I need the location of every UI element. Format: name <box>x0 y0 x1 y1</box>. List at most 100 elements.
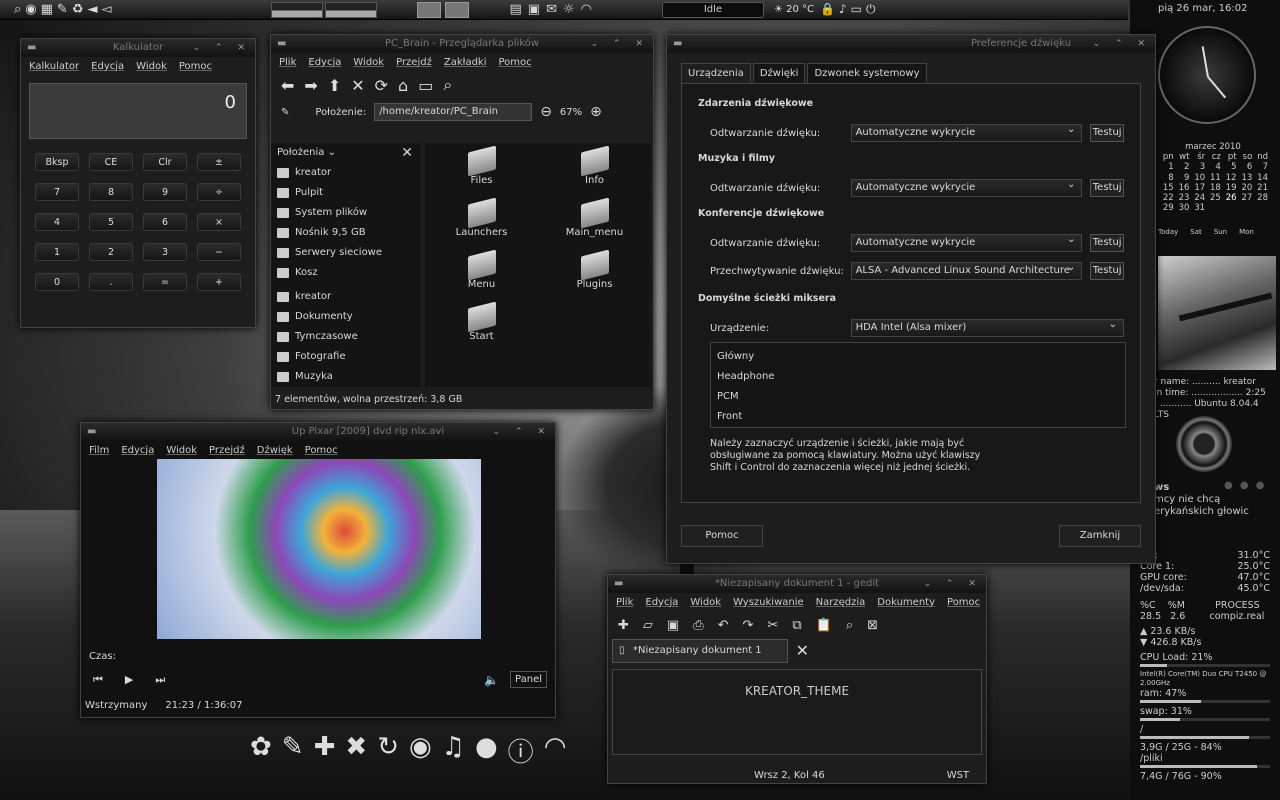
pencil-icon[interactable]: ✎ <box>57 2 68 17</box>
status-indicator[interactable]: Idle <box>661 1 764 18</box>
replace-icon[interactable]: ⊠ <box>867 618 878 633</box>
print-icon[interactable]: ⎙ <box>693 618 703 633</box>
stop-icon[interactable]: ✕ <box>351 76 364 95</box>
calendar-day[interactable]: 8 <box>1158 173 1173 183</box>
calendar-day[interactable]: 2 <box>1174 162 1189 172</box>
calendar-day[interactable]: 24 <box>1189 193 1205 203</box>
file-item[interactable]: Main_menu <box>538 197 651 253</box>
place-item[interactable]: Tymczasowe <box>271 327 421 347</box>
search-icon[interactable]: ⌕ <box>443 75 452 95</box>
window-controls[interactable]: ⌄ ⌃ ✕ <box>924 575 982 593</box>
calc-key[interactable]: 5 <box>89 213 133 231</box>
file-item[interactable]: Files <box>425 145 538 201</box>
circle-icon[interactable]: ● <box>475 732 498 769</box>
calc-key[interactable]: Bksp <box>35 153 79 171</box>
place-item[interactable]: Pulpit <box>271 183 421 203</box>
headphones-icon[interactable]: ◠ <box>544 732 567 769</box>
place-item[interactable]: Kosz <box>271 263 421 283</box>
workspace-2[interactable] <box>445 1 470 18</box>
save-icon[interactable]: ▣ <box>667 618 679 633</box>
zoom-in-icon[interactable]: ⊕ <box>590 104 602 120</box>
place-item[interactable]: Fotografie <box>271 347 421 367</box>
calendar-day[interactable]: 30 <box>1174 203 1190 213</box>
place-item[interactable]: Muzyka <box>271 367 421 387</box>
back-icon[interactable]: ⬅ <box>281 76 294 95</box>
menu-item[interactable]: Pomoc <box>179 61 212 72</box>
file-item[interactable]: Info <box>538 145 651 201</box>
text-editor[interactable]: KREATOR_THEME <box>612 669 982 755</box>
tab-2[interactable]: Dzwonek systemowy <box>807 63 927 83</box>
calculator-titlebar[interactable]: ▬ Kalkulator ⌄ ⌃ ✕ <box>21 39 255 57</box>
volume-icon[interactable]: 🔈 <box>484 673 499 687</box>
file-item[interactable]: Launchers <box>425 197 538 253</box>
location-path[interactable]: /home/kreator/PC_Brain <box>374 103 533 121</box>
mixer-device-select[interactable]: HDA Intel (Alsa mixer) <box>850 317 1124 337</box>
calc-key[interactable]: ± <box>197 153 241 171</box>
menu-item[interactable]: Edycja <box>121 445 154 456</box>
calendar-day[interactable]: 4 <box>1205 162 1220 172</box>
calendar-day[interactable]: 5 <box>1221 162 1236 172</box>
calculator-icon[interactable]: ▤ <box>509 2 521 17</box>
gedit-titlebar[interactable]: ▬ *Niezapisany dokument 1 - gedit ⌄ ⌃ ✕ <box>608 575 986 593</box>
test-button[interactable]: Testuj <box>1090 262 1125 280</box>
document-tab[interactable]: ▯ *Niezapisany dokument 1 ✕ <box>612 639 809 663</box>
redo-icon[interactable]: ↷ <box>743 618 754 633</box>
events-playback-select[interactable]: Automatyczne wykrycie <box>850 122 1083 142</box>
calc-key[interactable]: 2 <box>89 243 133 261</box>
calendar-day[interactable]: 11 <box>1205 173 1221 183</box>
calendar-day[interactable]: 7 <box>1252 162 1268 172</box>
workspace-1[interactable] <box>417 1 442 18</box>
edit-location-icon[interactable]: ✎ <box>281 107 289 118</box>
places-header[interactable]: Położenia ⌄ ✕ <box>271 143 421 163</box>
calendar-day[interactable]: 6 <box>1237 162 1252 172</box>
calc-key[interactable]: 3 <box>143 243 187 261</box>
info-icon[interactable]: ⓘ <box>508 732 534 769</box>
place-item[interactable]: System plików <box>271 203 421 223</box>
bulb-icon[interactable]: ☼ <box>563 2 575 17</box>
clock-datetime[interactable]: pią 26 mar, 16:02 <box>1158 3 1248 14</box>
menu-item[interactable]: Film <box>89 445 109 456</box>
test-button[interactable]: Testuj <box>1090 234 1125 252</box>
mixer-tracks-list[interactable]: Główny Headphone PCM Front <box>710 342 1126 428</box>
calendar-day[interactable]: 15 <box>1158 183 1174 193</box>
calendar-day[interactable]: 17 <box>1189 183 1205 193</box>
calc-key[interactable]: 8 <box>89 183 133 201</box>
calc-key[interactable]: 6 <box>143 213 187 231</box>
calc-key[interactable]: × <box>197 213 241 231</box>
previous-icon[interactable]: ⏮ <box>93 673 103 687</box>
track-item[interactable]: Front <box>717 407 1119 427</box>
calendar-day[interactable]: 27 <box>1237 193 1252 203</box>
computer-icon[interactable]: ▭ <box>418 76 433 95</box>
text-editor-icon[interactable]: ✎ <box>282 732 304 769</box>
menu-item[interactable]: Zakładki <box>444 57 487 68</box>
menu-item[interactable]: Pomoc <box>947 597 980 608</box>
new-icon[interactable]: ✚ <box>618 618 629 633</box>
calendar-day[interactable]: 18 <box>1205 183 1221 193</box>
calc-key[interactable]: . <box>89 273 133 291</box>
place-item[interactable]: Dokumenty <box>271 307 421 327</box>
calendar-day[interactable]: 23 <box>1174 193 1190 203</box>
track-item[interactable]: Headphone <box>717 367 1119 387</box>
window-menu-icon[interactable]: ▬ <box>277 35 286 53</box>
place-item[interactable]: Serwery sieciowe <box>271 243 421 263</box>
calc-key[interactable]: 4 <box>35 213 79 231</box>
calc-key[interactable]: 9 <box>143 183 187 201</box>
up-icon[interactable]: ⬆ <box>328 76 341 95</box>
close-sidebar-icon[interactable]: ✕ <box>401 143 413 163</box>
copy-icon[interactable]: ⧉ <box>792 618 801 633</box>
play-icon[interactable]: ▶ <box>125 673 133 687</box>
music-playback-select[interactable]: Automatyczne wykrycie <box>850 177 1083 197</box>
menu-item[interactable]: Edycja <box>308 57 341 68</box>
pidgin-icon[interactable]: ✿ <box>250 732 272 769</box>
menu-item[interactable]: Widok <box>136 61 167 72</box>
weather-applet[interactable]: ☀ 20 °C <box>774 4 814 15</box>
menu-item[interactable]: Widok <box>690 597 721 608</box>
menu-item[interactable]: Dokumenty <box>877 597 935 608</box>
conf-playback-select[interactable]: Automatyczne wykrycie <box>850 232 1083 252</box>
workspace-switcher[interactable] <box>417 1 470 18</box>
file-item[interactable]: Menu <box>425 249 538 305</box>
calc-key[interactable]: CE <box>89 153 133 171</box>
calc-key[interactable]: 7 <box>35 183 79 201</box>
window-controls[interactable]: ⌄ ⌃ ✕ <box>193 39 251 57</box>
calendar-day[interactable]: 1 <box>1158 162 1173 172</box>
